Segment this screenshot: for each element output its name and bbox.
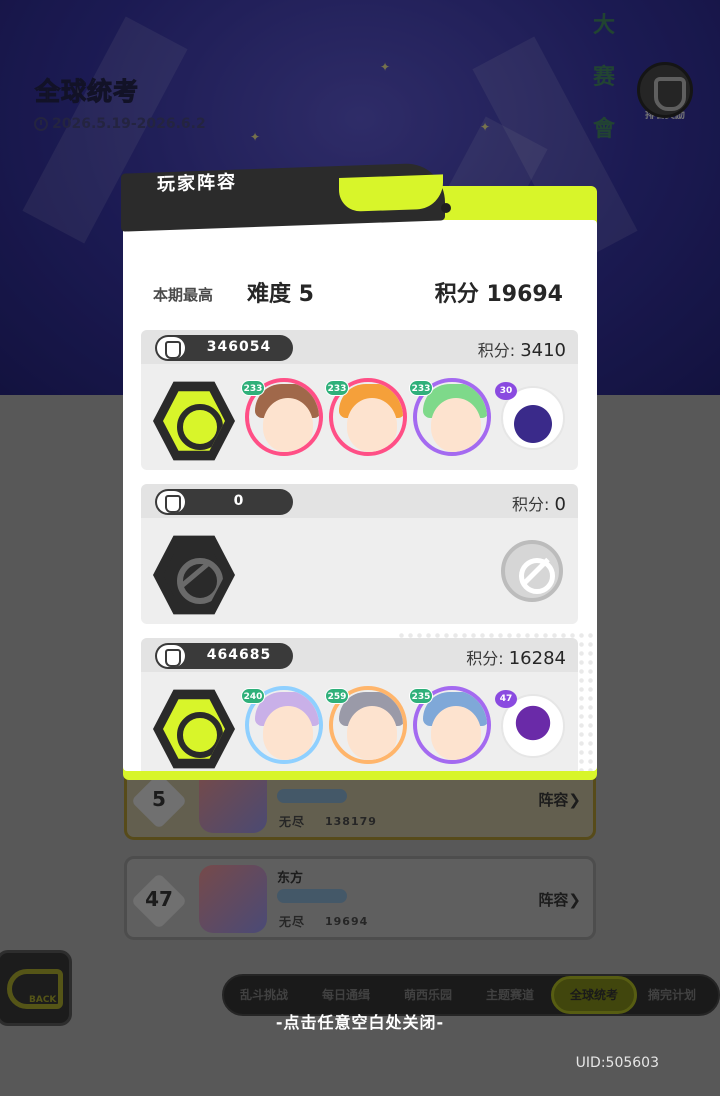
team-score: 积分: 16284: [466, 645, 566, 669]
power-badge: 346054: [155, 335, 293, 361]
character-level: 233: [409, 380, 433, 396]
team-score-value: 0: [554, 494, 566, 515]
character-level: 233: [241, 380, 265, 396]
best-score: 积分 19694: [434, 282, 563, 307]
power-badge: 464685: [155, 643, 293, 669]
character-level: 259: [325, 688, 349, 704]
best-difficulty: 难度 5: [247, 282, 314, 307]
core-emblem-icon: [153, 381, 235, 461]
fist-icon: [157, 337, 185, 359]
core-emblem-icon: [153, 689, 235, 769]
lineup-dialog: 本期最高 难度 5 积分 19694 346054 积分: 3410 233 2…: [121, 162, 597, 780]
paint-drip: [339, 174, 443, 213]
team-score-prefix: 积分:: [512, 495, 550, 514]
dialog-body: 本期最高 难度 5 积分 19694 346054 积分: 3410 233 2…: [123, 220, 597, 771]
team-score: 积分: 0: [512, 491, 566, 515]
character-level: 235: [409, 688, 433, 704]
team-card: 464685 积分: 16284 240 259 235 47: [141, 638, 578, 771]
character-level: 233: [325, 380, 349, 396]
best-label: 本期最高: [153, 286, 214, 304]
team-power: 0: [233, 493, 245, 509]
team-card: 0 积分: 0: [141, 484, 578, 624]
pet-level: 30: [495, 382, 517, 400]
fist-icon: [157, 645, 185, 667]
character-level: 240: [241, 688, 265, 704]
team-card: 346054 积分: 3410 233 233 233 30: [141, 330, 578, 470]
close-hint: -点击任意空白处关闭-: [275, 1013, 445, 1032]
fist-icon: [157, 491, 185, 513]
power-badge: 0: [155, 489, 293, 515]
dialog-header: 玩家阵容: [121, 162, 445, 232]
team-power: 346054: [206, 339, 272, 355]
team-score-value: 16284: [508, 648, 566, 669]
user-id: UID:505603: [575, 1055, 659, 1071]
empty-core-icon: [153, 535, 235, 615]
team-power: 464685: [206, 647, 272, 663]
dialog-title: 玩家阵容: [157, 171, 237, 196]
team-score: 积分: 3410: [478, 337, 566, 361]
pet-level: 47: [495, 690, 517, 708]
empty-pet-icon: [501, 540, 563, 602]
team-score-value: 3410: [520, 340, 566, 361]
team-score-prefix: 积分:: [477, 341, 516, 360]
team-score-prefix: 积分:: [466, 649, 504, 668]
header-dot: [441, 203, 451, 213]
